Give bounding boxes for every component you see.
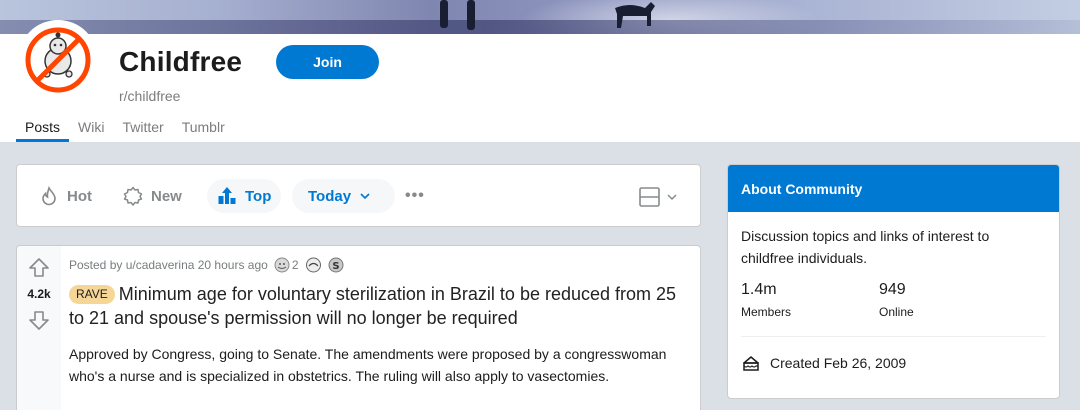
tab-tumblr[interactable]: Tumblr [173, 118, 234, 142]
sort-hot-label: Hot [67, 187, 92, 205]
post-body: Approved by Congress, going to Senate. T… [69, 346, 667, 384]
award-count: 2 [291, 258, 299, 272]
community-slug: r/childfree [119, 88, 181, 104]
online-label: Online [879, 305, 914, 319]
post-meta: Posted by u/cadaverina 20 hours ago 2 S [69, 257, 344, 273]
sort-bar: Hot New Top Today ••• [16, 164, 701, 227]
cake-icon [743, 356, 759, 371]
community-tabs: Posts Wiki Twitter Tumblr [16, 118, 234, 142]
svg-text:S: S [332, 261, 339, 272]
flame-icon [42, 186, 56, 206]
join-button[interactable]: Join [276, 45, 379, 79]
downvote-arrow-icon[interactable] [27, 308, 51, 332]
about-community-widget: About Community Discussion topics and li… [727, 164, 1060, 399]
more-options-button[interactable]: ••• [405, 179, 425, 213]
tab-twitter[interactable]: Twitter [113, 118, 172, 142]
tab-wiki[interactable]: Wiki [69, 118, 113, 142]
post-title-text: Minimum age for voluntary sterilization … [69, 284, 677, 328]
award-group: 2 [274, 257, 299, 273]
childfree-logo-icon [24, 26, 92, 94]
sort-new-button[interactable]: New [123, 179, 182, 213]
community-avatar [18, 20, 98, 100]
sort-top-button[interactable]: Top [207, 179, 282, 213]
tab-posts[interactable]: Posts [16, 118, 70, 142]
sort-hot-button[interactable]: Hot [39, 179, 92, 213]
chevron-down-icon [360, 193, 370, 200]
view-mode-dropdown[interactable] [639, 185, 679, 209]
chevron-down-icon [667, 194, 677, 201]
community-header: Childfree Join r/childfree Posts Wiki Tw… [0, 20, 1080, 142]
timeframe-dropdown[interactable]: Today [292, 179, 396, 213]
upvote-arrow-icon[interactable] [27, 256, 51, 280]
post-title[interactable]: RAVE Minimum age for voluntary sterilizat… [69, 282, 689, 330]
sort-top-label: Top [245, 187, 272, 205]
members-count: 1.4m [741, 281, 777, 298]
members-label: Members [741, 305, 792, 319]
created-text: Created Feb 26, 2009 [770, 355, 907, 371]
post-author-time: Posted by u/cadaverina 20 hours ago [69, 258, 268, 272]
silver-award-icon: S [328, 257, 343, 273]
card-view-icon [639, 187, 660, 207]
about-community-heading: About Community [728, 165, 1059, 212]
post-flair[interactable]: RAVE [69, 285, 115, 304]
sort-new-label: New [151, 187, 182, 205]
vote-score: 4.2k [27, 287, 51, 301]
online-stat: 949 Online [879, 281, 914, 319]
sparkle-badge-icon [123, 186, 143, 206]
wholesome-award-icon [305, 257, 321, 273]
created-date: Created Feb 26, 2009 [741, 353, 906, 373]
community-title: Childfree [119, 46, 243, 77]
top-podium-icon [218, 187, 236, 204]
hugz-award-icon [274, 257, 290, 273]
post-card[interactable]: 4.2k Posted by u/cadaverina 20 hours ago… [16, 245, 701, 410]
vote-column: 4.2k [17, 246, 61, 410]
online-count: 949 [879, 281, 906, 298]
divider [741, 336, 1046, 337]
community-description: Discussion topics and links of interest … [741, 228, 990, 266]
community-banner [0, 0, 1080, 34]
timeframe-label: Today [308, 187, 352, 205]
members-stat: 1.4m Members [741, 281, 791, 319]
